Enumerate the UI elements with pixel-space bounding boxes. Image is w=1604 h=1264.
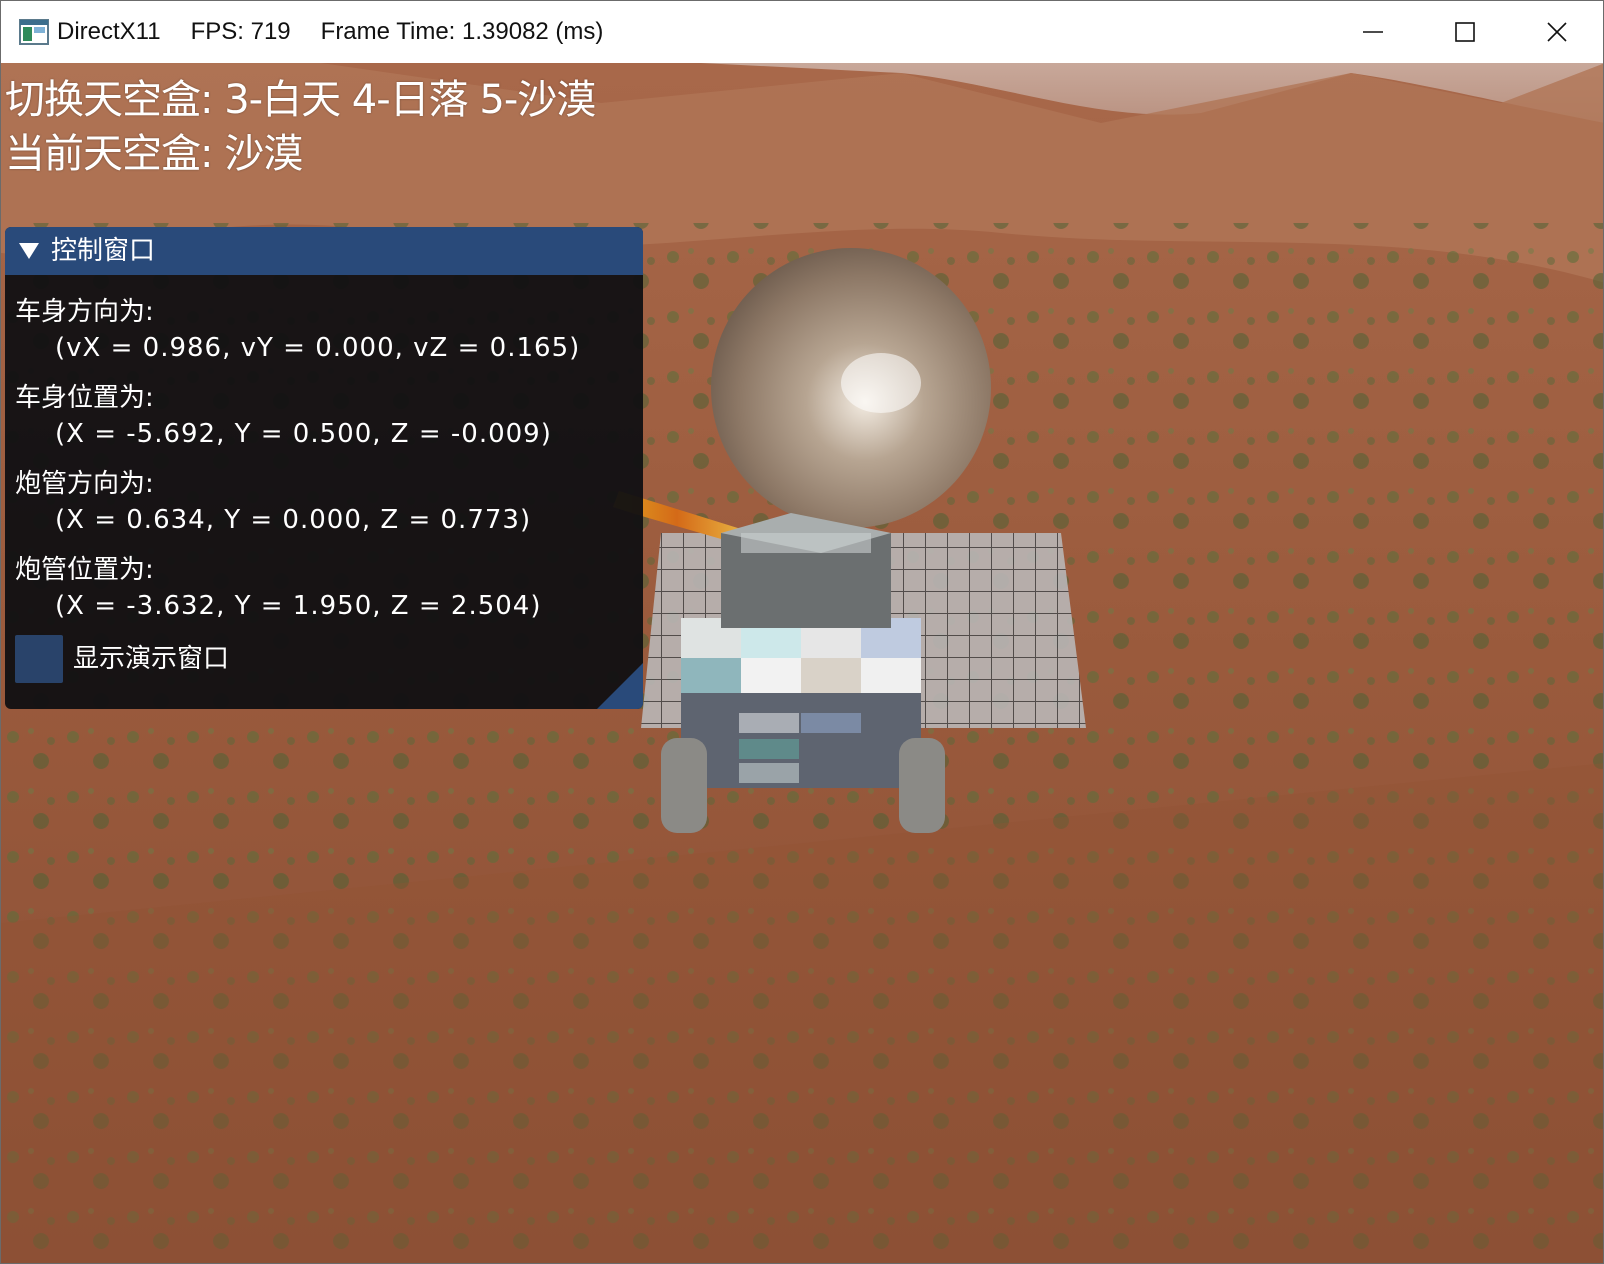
3d-viewport[interactable]: 切换天空盒: 3-白天 4-日落 5-沙漠 当前天空盒: 沙漠 控制窗口 车身方… <box>1 63 1603 1263</box>
show-demo-label[interactable]: 显示演示窗口 <box>73 635 229 683</box>
skybox-switch-hint: 切换天空盒: 3-白天 4-日落 5-沙漠 <box>5 77 596 123</box>
show-demo-checkbox[interactable] <box>15 635 63 683</box>
body-position-label: 车身位置为: <box>15 383 154 413</box>
body-position-value: (X = -5.692, Y = 0.500, Z = -0.009) <box>55 419 552 449</box>
window-title: DirectX11 FPS: 719 Frame Time: 1.39082 (ms… <box>57 1 633 63</box>
minimize-icon <box>1363 31 1383 33</box>
maximize-icon <box>1455 22 1475 42</box>
barrel-position-label: 炮管位置为: <box>15 555 154 585</box>
app-window-icon <box>19 19 49 45</box>
body-direction-value: (vX = 0.986, vY = 0.000, vZ = 0.165) <box>55 333 581 363</box>
maximize-button[interactable] <box>1419 1 1511 63</box>
title-bar[interactable]: DirectX11 FPS: 719 Frame Time: 1.39082 (ms… <box>1 1 1603 63</box>
fps-readout: FPS: 719 <box>190 18 291 45</box>
collapse-triangle-icon[interactable] <box>17 241 41 265</box>
barrel-position-value: (X = -3.632, Y = 1.950, Z = 2.504) <box>55 591 542 621</box>
barrel-direction-value: (X = 0.634, Y = 0.000, Z = 0.773) <box>55 505 532 535</box>
close-icon <box>1547 22 1567 42</box>
control-window[interactable]: 控制窗口 车身方向为: (vX = 0.986, vY = 0.000, vZ … <box>5 227 643 709</box>
directx-window: DirectX11 FPS: 719 Frame Time: 1.39082 (ms… <box>0 0 1604 1264</box>
close-button[interactable] <box>1511 1 1603 63</box>
body-direction-label: 车身方向为: <box>15 297 154 327</box>
control-window-titlebar[interactable]: 控制窗口 <box>5 227 643 275</box>
current-skybox-label: 当前天空盒: 沙漠 <box>5 131 303 177</box>
resize-grip-icon[interactable] <box>597 663 643 709</box>
minimize-button[interactable] <box>1327 1 1419 63</box>
frame-time-readout: Frame Time: 1.39082 (ms) <box>320 18 604 45</box>
barrel-direction-label: 炮管方向为: <box>15 469 154 499</box>
control-window-title: 控制窗口 <box>51 236 156 266</box>
app-name: DirectX11 <box>57 18 161 45</box>
